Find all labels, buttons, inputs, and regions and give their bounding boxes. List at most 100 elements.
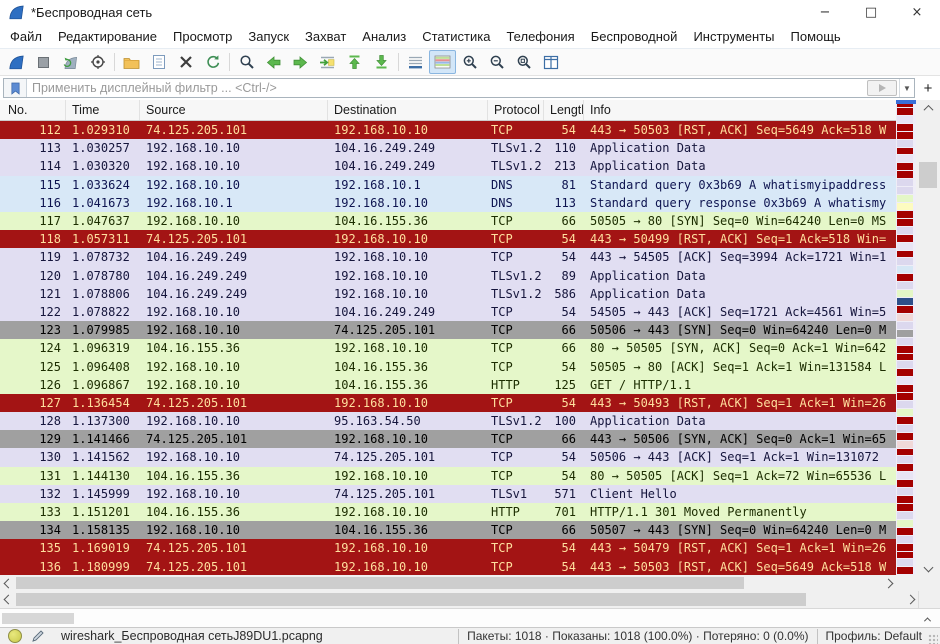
hscroll-thumb[interactable] — [16, 577, 744, 589]
packet-row[interactable]: 1211.078806104.16.249.249192.168.10.10TL… — [0, 285, 896, 303]
hscroll-track[interactable] — [16, 575, 880, 591]
go-last-packet-icon[interactable] — [368, 50, 395, 74]
start-capture-icon[interactable] — [3, 50, 30, 74]
packet-row[interactable]: 1161.041673192.168.10.1192.168.10.10DNS1… — [0, 194, 896, 212]
zoom-original-icon[interactable] — [510, 50, 537, 74]
profile-label[interactable]: Профиль: Default — [826, 629, 923, 643]
collapsed-pane-up-arrow[interactable] — [925, 609, 930, 627]
collapsed-pane-thumb[interactable] — [2, 613, 74, 624]
column-header-info[interactable]: Info — [584, 100, 896, 120]
column-header-length[interactable]: Length — [544, 100, 584, 120]
open-file-icon[interactable] — [118, 50, 145, 74]
capture-comment-icon[interactable] — [31, 629, 45, 643]
maximize-button[interactable]: □ — [848, 0, 894, 24]
packet-row[interactable]: 1301.141562192.168.10.1074.125.205.101TC… — [0, 448, 896, 466]
packet-info: Standard query 0x3b69 A whatismyipaddres… — [584, 178, 896, 192]
packet-row[interactable]: 1151.033624192.168.10.10192.168.10.1DNS8… — [0, 176, 896, 194]
go-to-packet-icon[interactable] — [314, 50, 341, 74]
packet-source: 192.168.10.10 — [140, 214, 328, 228]
packet-row[interactable]: 1181.05731174.125.205.101192.168.10.10TC… — [0, 230, 896, 248]
packet-row[interactable]: 1321.145999192.168.10.1074.125.205.101TL… — [0, 485, 896, 503]
horizontal-scrollbar-packet-list[interactable] — [0, 575, 896, 591]
packet-row[interactable]: 1361.18099974.125.205.101192.168.10.10TC… — [0, 558, 896, 576]
apply-filter-button[interactable] — [867, 80, 897, 96]
display-filter-field[interactable]: ▼ — [3, 78, 915, 98]
menu-item-wireless[interactable]: Беспроводной — [583, 26, 686, 47]
expert-info-icon[interactable] — [8, 629, 22, 643]
add-filter-button[interactable]: + — [919, 79, 937, 97]
hscroll2-thumb[interactable] — [16, 593, 806, 606]
packet-row[interactable]: 1191.078732104.16.249.249192.168.10.10TC… — [0, 248, 896, 266]
auto-scroll-icon[interactable] — [402, 50, 429, 74]
go-first-packet-icon[interactable] — [341, 50, 368, 74]
hscroll2-right-arrow[interactable] — [902, 591, 918, 608]
minimize-button[interactable]: − — [802, 0, 848, 24]
menu-item-help[interactable]: Помощь — [783, 26, 849, 47]
reload-file-icon[interactable] — [199, 50, 226, 74]
packet-row[interactable]: 1251.096408192.168.10.10104.16.155.36TCP… — [0, 357, 896, 375]
column-header-no[interactable]: No. — [0, 100, 66, 120]
packet-row[interactable]: 1231.079985192.168.10.1074.125.205.101TC… — [0, 321, 896, 339]
go-back-icon[interactable] — [260, 50, 287, 74]
menu-item-statistics[interactable]: Статистика — [414, 26, 498, 47]
menu-item-capture[interactable]: Захват — [297, 26, 354, 47]
stop-capture-icon[interactable] — [30, 50, 57, 74]
packet-row[interactable]: 1261.096867192.168.10.10104.16.155.36HTT… — [0, 376, 896, 394]
vertical-scroll-track[interactable] — [916, 116, 940, 559]
scroll-down-arrow[interactable] — [916, 559, 940, 575]
title-bar: *Беспроводная сеть − □ × — [0, 0, 940, 24]
intelligent-scrollbar[interactable] — [896, 100, 916, 575]
packet-row[interactable]: 1341.158135192.168.10.10104.16.155.36TCP… — [0, 521, 896, 539]
filter-dropdown-caret[interactable]: ▼ — [899, 79, 914, 97]
hscroll2-left-arrow[interactable] — [0, 591, 16, 608]
menu-item-file[interactable]: Файл — [2, 26, 50, 47]
packet-row[interactable]: 1201.078780104.16.249.249192.168.10.10TL… — [0, 267, 896, 285]
menu-item-analyze[interactable]: Анализ — [354, 26, 414, 47]
zoom-in-icon[interactable] — [456, 50, 483, 74]
packet-row[interactable]: 1131.030257192.168.10.10104.16.249.249TL… — [0, 139, 896, 157]
capture-options-icon[interactable] — [84, 50, 111, 74]
hscroll-left-arrow[interactable] — [0, 575, 16, 591]
packet-protocol: TLSv1.2 — [488, 414, 544, 428]
packet-row[interactable]: 1331.151201104.16.155.36192.168.10.10HTT… — [0, 503, 896, 521]
column-header-time[interactable]: Time — [66, 100, 140, 120]
column-header-destination[interactable]: Destination — [328, 100, 488, 120]
menu-item-view[interactable]: Просмотр — [165, 26, 240, 47]
close-button[interactable]: × — [894, 0, 940, 24]
menu-item-go[interactable]: Запуск — [240, 26, 297, 47]
packet-row[interactable]: 1121.02931074.125.205.101192.168.10.10TC… — [0, 121, 896, 139]
packet-row[interactable]: 1171.047637192.168.10.10104.16.155.36TCP… — [0, 212, 896, 230]
packet-row[interactable]: 1281.137300192.168.10.1095.163.54.50TLSv… — [0, 412, 896, 430]
save-file-icon[interactable] — [145, 50, 172, 74]
find-packet-icon[interactable] — [233, 50, 260, 74]
menu-item-edit[interactable]: Редактирование — [50, 26, 165, 47]
filter-input[interactable] — [27, 81, 867, 95]
menu-item-tools[interactable]: Инструменты — [685, 26, 782, 47]
close-file-icon[interactable] — [172, 50, 199, 74]
packet-row[interactable]: 1351.16901974.125.205.101192.168.10.10TC… — [0, 539, 896, 557]
packet-row[interactable]: 1241.096319104.16.155.36192.168.10.10TCP… — [0, 339, 896, 357]
go-forward-icon[interactable] — [287, 50, 314, 74]
packet-row[interactable]: 1221.078822192.168.10.10104.16.249.249TC… — [0, 303, 896, 321]
colorize-packets-icon[interactable] — [429, 50, 456, 74]
hscroll-right-arrow[interactable] — [880, 575, 896, 591]
menu-item-telephony[interactable]: Телефония — [498, 26, 582, 47]
packet-row[interactable]: 1271.13645474.125.205.101192.168.10.10TC… — [0, 394, 896, 412]
vertical-scroll-thumb[interactable] — [919, 162, 937, 188]
packet-time: 1.078732 — [66, 250, 140, 264]
column-header-source[interactable]: Source — [140, 100, 328, 120]
resize-columns-icon[interactable] — [537, 50, 564, 74]
hscroll2-track[interactable] — [16, 591, 902, 608]
restart-capture-icon[interactable] — [57, 50, 84, 74]
collapsed-pane-scrollbar[interactable] — [0, 608, 940, 627]
packet-row[interactable]: 1291.14146674.125.205.101192.168.10.10TC… — [0, 430, 896, 448]
column-header-protocol[interactable]: Protocol — [488, 100, 544, 120]
filter-bookmark-icon[interactable] — [4, 79, 27, 97]
zoom-out-icon[interactable] — [483, 50, 510, 74]
scroll-up-arrow[interactable] — [916, 100, 940, 116]
vertical-scrollbar[interactable] — [916, 100, 940, 575]
horizontal-scrollbar-lower[interactable] — [0, 591, 919, 608]
resize-grip[interactable] — [928, 634, 938, 644]
packet-row[interactable]: 1141.030320192.168.10.10104.16.249.249TL… — [0, 157, 896, 175]
packet-row[interactable]: 1311.144130104.16.155.36192.168.10.10TCP… — [0, 467, 896, 485]
